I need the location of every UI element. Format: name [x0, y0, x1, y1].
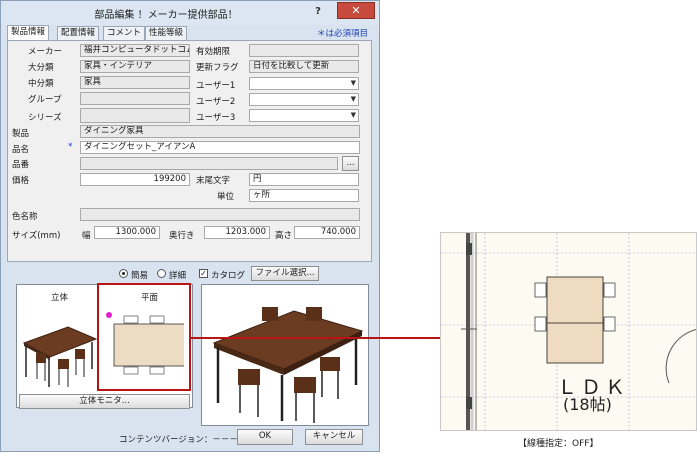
price-label: 価格 — [12, 176, 30, 186]
tab-placement-info[interactable]: 配置情報 — [57, 26, 100, 40]
browse-button[interactable]: ... — [342, 156, 359, 171]
detail-label: 詳細 — [169, 271, 187, 281]
height-field[interactable]: 740.000 — [294, 226, 360, 239]
tab-comment[interactable]: コメント — [103, 26, 146, 40]
expiry-field — [249, 44, 359, 57]
cancel-button[interactable]: キャンセル — [305, 429, 363, 445]
depth-field[interactable]: 1203.000 — [204, 226, 270, 239]
user3-label: ユーザー3 — [196, 113, 236, 123]
price-field[interactable]: 199200 — [80, 173, 190, 186]
large-class-field: 家具・インテリア — [80, 60, 190, 73]
chevron-down-icon: ▼ — [350, 95, 356, 103]
number-label: 品番 — [12, 160, 30, 170]
user2-label: ユーザー2 — [196, 97, 236, 107]
solid-label: 立体 — [51, 293, 69, 303]
help-button[interactable]: ? — [304, 4, 332, 20]
required-note: ＊は必須項目 — [316, 29, 368, 39]
series-label: シリーズ — [28, 113, 62, 123]
maker-field: 福井コンピュータドットコム — [80, 44, 190, 57]
number-field — [80, 157, 338, 170]
tab-product-info[interactable]: 製品情報 — [7, 25, 50, 40]
user2-select[interactable]: ▼ — [249, 93, 359, 106]
content-version: コンテンツバージョン：－－－ — [119, 435, 238, 445]
tab-performance-grade[interactable]: 性能等級 — [145, 26, 188, 40]
user3-select[interactable]: ▼ — [249, 109, 359, 122]
product-label: 製品 — [12, 129, 30, 139]
unit-label: 単位 — [217, 192, 235, 202]
series-field — [80, 108, 190, 123]
maker-label: メーカー — [28, 47, 63, 57]
suffix-field[interactable]: 円 — [249, 173, 359, 186]
name-label: 品名 — [12, 145, 30, 155]
suffix-label: 末尾文字 — [196, 176, 231, 186]
file-select-button[interactable]: ファイル選択... — [251, 266, 319, 281]
simple-label: 簡易 — [131, 271, 149, 281]
solid-thumbnail[interactable] — [20, 309, 98, 389]
chevron-down-icon: ▼ — [350, 111, 356, 119]
group-field — [80, 92, 190, 105]
color-name-label: 色名称 — [12, 212, 38, 222]
plan-caption: 【線種指定：OFF】 — [518, 439, 599, 449]
room-size: (18帖) — [563, 395, 612, 414]
solid-monitor-button[interactable]: 立体モニタ... — [19, 394, 190, 409]
chevron-down-icon: ▼ — [350, 79, 356, 87]
title-bar: 部品編集 ！メーカー提供部品！ ? ✕ — [1, 1, 379, 25]
group-label: グループ — [28, 95, 62, 105]
close-button[interactable]: ✕ — [337, 2, 375, 19]
depth-label: 奥行き — [169, 231, 195, 241]
unit-field[interactable]: ヶ所 — [249, 189, 359, 202]
catalog-preview — [201, 284, 369, 426]
simple-radio[interactable] — [119, 269, 128, 278]
detail-radio[interactable] — [157, 269, 166, 278]
required-mark: * — [68, 142, 73, 152]
width-label: 幅 — [82, 231, 91, 241]
tab-bar: 製品情報 配置情報 コメント 性能等級 ＊は必須項目 — [7, 25, 372, 40]
update-flag-label: 更新フラグ — [196, 63, 239, 73]
window-title: 部品編集 ！メーカー提供部品！ — [94, 10, 238, 21]
user1-select[interactable]: ▼ — [249, 77, 359, 90]
update-flag-field: 日付を比較して更新 — [249, 60, 359, 73]
expiry-label: 有効期限 — [196, 47, 231, 57]
width-field[interactable]: 1300.000 — [94, 226, 160, 239]
product-field: ダイニング家具 — [80, 125, 360, 138]
mid-class-field: 家具 — [80, 76, 190, 89]
catalog-checkbox[interactable]: ✓ — [199, 269, 208, 278]
height-label: 高さ — [275, 231, 293, 241]
plan-thumbnail-highlight — [97, 283, 191, 391]
ok-button[interactable]: OK — [237, 429, 293, 445]
product-info-panel: メーカー 福井コンピュータドットコム 大分類 家具・インテリア 中分類 家具 グ… — [7, 40, 372, 262]
catalog-label: カタログ — [211, 271, 246, 281]
floor-plan: ＬＤＫ (18帖) — [440, 232, 697, 431]
large-class-label: 大分類 — [28, 63, 54, 73]
mid-class-label: 中分類 — [28, 79, 54, 89]
user1-label: ユーザー1 — [196, 81, 236, 91]
size-label: サイズ(mm) — [12, 231, 61, 241]
preview-image — [212, 307, 364, 423]
name-field[interactable]: ダイニングセット_アイアンA — [80, 141, 360, 154]
color-name-field — [80, 208, 360, 221]
